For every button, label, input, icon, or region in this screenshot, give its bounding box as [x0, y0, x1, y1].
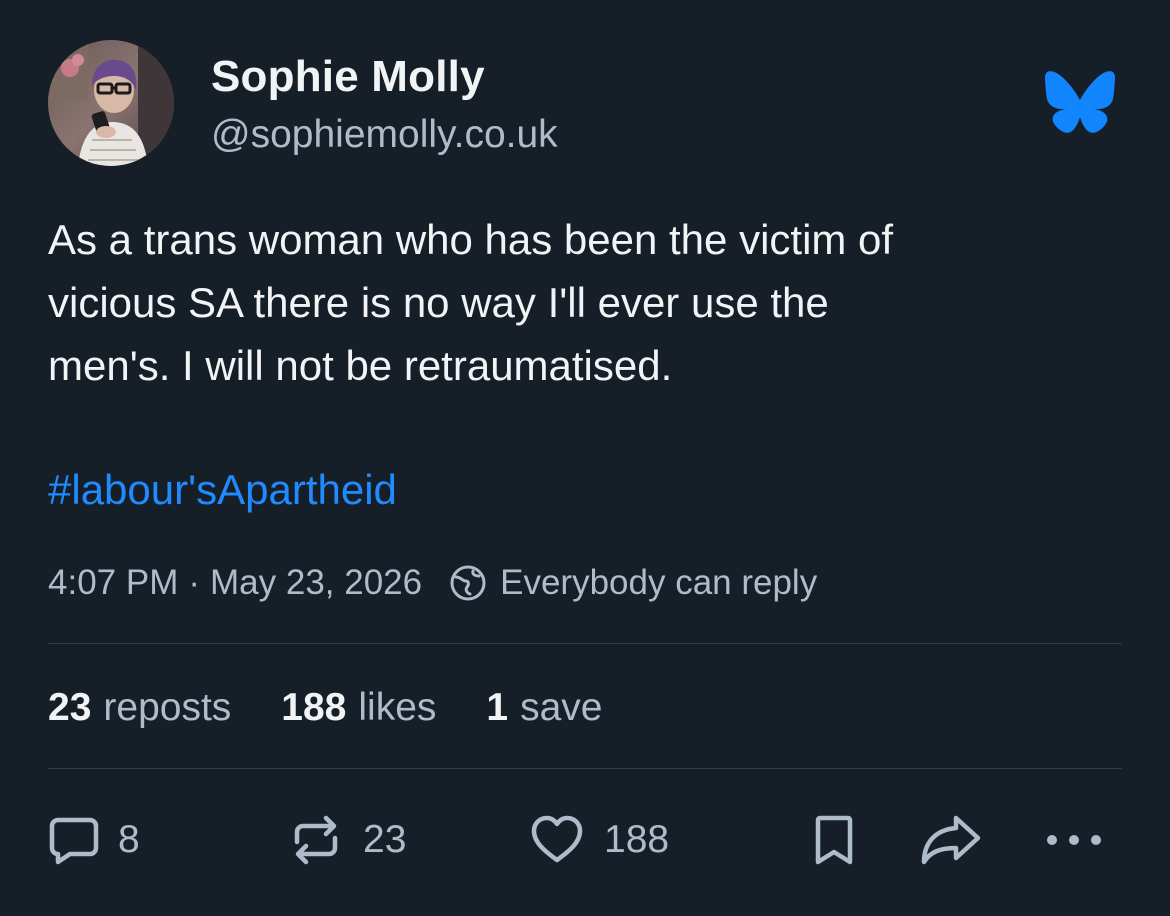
like-count: 188 [604, 818, 670, 861]
reply-count: 8 [118, 818, 140, 861]
post-time: 4:07 PM [48, 563, 179, 602]
saves-label: save [520, 686, 603, 729]
share-arrow-icon [921, 815, 981, 865]
reposts-count: 23 [48, 686, 92, 729]
engagement-stats: 23 reposts 188 likes 1 save [48, 684, 603, 732]
reply-button[interactable]: 8 [46, 812, 140, 868]
post-date: May 23, 2026 [210, 563, 423, 602]
repost-button[interactable]: 23 [287, 812, 406, 868]
repost-arrows-icon [294, 815, 338, 865]
bluesky-butterfly-icon [1043, 70, 1117, 134]
bookmark-button[interactable] [806, 812, 862, 868]
divider [48, 768, 1122, 769]
reply-setting-label[interactable]: Everybody can reply [500, 563, 817, 603]
post-text-line: vicious SA there is no way I'll ever use… [48, 279, 829, 326]
post-thread-item: Sophie Molly @sophiemolly.co.uk As a tra… [0, 0, 1170, 916]
speech-bubble-icon [49, 817, 99, 865]
author-display-name[interactable]: Sophie Molly [211, 52, 485, 102]
post-text: As a trans woman who has been the victim… [48, 208, 1128, 397]
post-meta: 4:07 PM · May 23, 2026 Everybody can rep… [48, 561, 817, 605]
more-options-button[interactable] [1044, 812, 1104, 868]
saves-count: 1 [486, 686, 509, 729]
post-text-line: men's. I will not be retraumatised. [48, 342, 673, 389]
bookmark-icon [815, 815, 853, 865]
divider [48, 643, 1122, 644]
likes-count: 188 [281, 686, 347, 729]
hashtag-link[interactable]: #labour'sApartheid [48, 466, 397, 514]
globe-icon[interactable] [448, 563, 488, 603]
more-ellipsis-icon [1047, 835, 1101, 845]
heart-icon [531, 815, 583, 863]
reposts-label: reposts [103, 686, 232, 729]
repost-count: 23 [363, 818, 407, 861]
likes-label: likes [358, 686, 437, 729]
avatar-image [48, 40, 174, 166]
like-button[interactable]: 188 [528, 812, 669, 868]
meta-separator: · [188, 563, 201, 602]
author-handle[interactable]: @sophiemolly.co.uk [211, 113, 558, 157]
reposts-stat[interactable]: 23 reposts [48, 686, 231, 730]
share-button[interactable] [918, 812, 984, 868]
saves-stat[interactable]: 1 save [486, 686, 602, 730]
avatar[interactable] [48, 40, 174, 166]
likes-stat[interactable]: 188 likes [281, 686, 436, 730]
post-text-line: As a trans woman who has been the victim… [48, 216, 894, 263]
